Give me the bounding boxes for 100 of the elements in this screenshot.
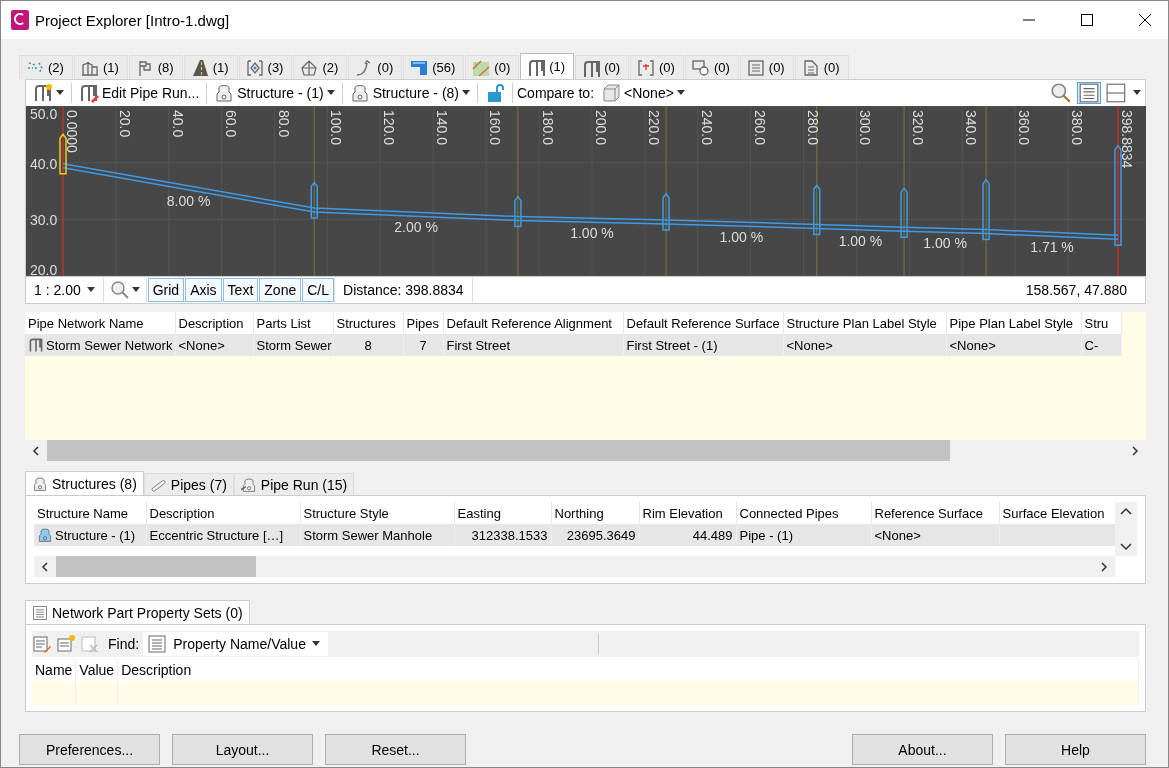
scroll-right-icon[interactable]: [1130, 445, 1140, 456]
table-cell: 7: [419, 337, 427, 353]
column-header[interactable]: Parts List: [253, 312, 333, 334]
dialog-button[interactable]: Preferences...: [19, 734, 160, 765]
column-header[interactable]: Default Reference Surface: [623, 312, 783, 334]
toggle-button[interactable]: Axis: [185, 278, 222, 302]
scroll-left-icon[interactable]: [31, 445, 41, 456]
dialog-button[interactable]: About...: [852, 734, 993, 765]
scale-dropdown[interactable]: 1 : 2.00: [26, 278, 104, 302]
column-header[interactable]: Default Reference Alignment: [443, 312, 623, 334]
list-icon: [746, 58, 765, 77]
app-logo-icon: [11, 10, 29, 30]
column-header[interactable]: Easting: [454, 502, 551, 524]
maximize-icon: [1081, 14, 1093, 26]
caret-icon: [311, 641, 320, 647]
column-header[interactable]: Reference Surface: [871, 502, 999, 524]
dialog-button[interactable]: Reset...: [325, 734, 466, 765]
pipe-pencil-icon: [79, 83, 99, 103]
station-label: 340.0: [963, 110, 980, 146]
column-header[interactable]: Connected Pipes: [736, 502, 871, 524]
structure-marker: [813, 184, 821, 236]
column-header[interactable]: Description: [175, 312, 253, 334]
toggle-button[interactable]: C/L: [302, 278, 334, 302]
column-header[interactable]: Structure Plan Label Style: [783, 312, 946, 334]
add-list-icon[interactable]: [56, 634, 76, 654]
object-tab[interactable]: (0): [575, 55, 630, 79]
column-header[interactable]: Description: [146, 502, 300, 524]
edit-list-icon[interactable]: [32, 634, 52, 654]
station-label: 260.0: [751, 110, 768, 146]
polygon-icon: [300, 58, 319, 77]
cube-icon: [601, 83, 622, 103]
column-header[interactable]: Stru: [1081, 312, 1121, 334]
table-row[interactable]: Structure - (1) Eccentric Structure […] Storm Sewer Manhole 312338.1533 23695.3649 44.489 Pipe - (1) <None>: [34, 524, 1115, 546]
structure-icon: [214, 83, 235, 103]
table-cell: <None>: [786, 337, 833, 353]
object-tab[interactable]: (2): [19, 55, 73, 79]
object-tab[interactable]: (0): [684, 55, 739, 79]
part-tab[interactable]: Pipe Run (15): [233, 473, 355, 495]
column-header[interactable]: Pipes: [403, 312, 443, 334]
edit-pipe-run-button[interactable]: Edit Pipe Run...: [76, 81, 203, 105]
search-button[interactable]: [1049, 82, 1073, 104]
column-header[interactable]: Northing: [551, 502, 639, 524]
column-header[interactable]: Pipe Plan Label Style: [946, 312, 1081, 334]
structure-marker: [514, 195, 522, 228]
scroll-right-icon[interactable]: [1099, 561, 1109, 572]
part-tab[interactable]: Structures (8): [25, 471, 144, 495]
toggle-button[interactable]: Text: [222, 278, 259, 302]
scroll-up-icon[interactable]: [1120, 506, 1132, 516]
station-label: 100.0: [328, 110, 345, 146]
scroll-down-icon[interactable]: [1120, 542, 1132, 552]
compare-dropdown[interactable]: <None>: [598, 81, 688, 105]
structure-dropdown[interactable]: Structure - (8): [346, 81, 473, 105]
object-tab[interactable]: (3): [238, 55, 293, 79]
window-title: Project Explorer [Intro-1.dwg]: [35, 11, 231, 29]
pipe-structure-icon: [240, 476, 257, 493]
single-view-button[interactable]: [1077, 82, 1101, 104]
station-label: 20.0: [116, 110, 133, 138]
station-label: 220.0: [645, 110, 662, 146]
scrollbar-thumb[interactable]: [47, 440, 950, 461]
scrollbar-thumb[interactable]: [56, 556, 256, 577]
column-header[interactable]: Structures: [333, 312, 403, 334]
pipe-network-icon: [527, 57, 546, 76]
column-header[interactable]: Surface Elevation: [999, 502, 1115, 524]
scroll-left-icon[interactable]: [40, 561, 50, 572]
object-tab[interactable]: (8): [128, 55, 183, 79]
object-tab[interactable]: (56): [403, 55, 465, 79]
object-tab[interactable]: (2): [293, 55, 348, 79]
dialog-button[interactable]: Layout...: [172, 734, 313, 765]
toggle-button[interactable]: Grid: [147, 278, 185, 302]
table-row[interactable]: Storm Sewer Network <None> Storm Sewer 8 7 First Street First Street - (1) <None> <None> C-: [25, 334, 1121, 356]
part-tab[interactable]: Pipes (7): [143, 473, 234, 495]
object-tab[interactable]: (1): [520, 53, 575, 79]
dialog-button[interactable]: Help: [1005, 734, 1146, 765]
station-label: 240.0: [698, 110, 715, 146]
object-tab[interactable]: (1): [183, 55, 238, 79]
caret-icon: [462, 90, 470, 96]
elevation-label: 20.0: [30, 262, 58, 276]
structure-dropdown[interactable]: Structure - (1): [211, 81, 338, 105]
station-label: 80.0: [275, 110, 292, 138]
column-header[interactable]: Rim Elevation: [639, 502, 736, 524]
column-header[interactable]: Structure Name: [34, 502, 146, 524]
object-tab[interactable]: (0): [794, 55, 849, 79]
property-sets-tab[interactable]: Network Part Property Sets (0): [25, 600, 250, 624]
caret-icon: [131, 287, 140, 293]
toggle-button[interactable]: Zone: [259, 278, 302, 302]
object-tab[interactable]: (0): [348, 55, 403, 79]
caret-icon: [1133, 90, 1141, 96]
object-tab[interactable]: (0): [465, 55, 520, 79]
document-icon: [801, 58, 820, 77]
elevation-label: 30.0: [30, 212, 58, 229]
table-cell: Storm Sewer: [256, 337, 332, 353]
column-header[interactable]: Pipe Network Name: [25, 312, 175, 334]
table-cell: First Street: [446, 337, 511, 353]
object-tab[interactable]: (0): [630, 55, 684, 79]
object-tab[interactable]: (0): [739, 55, 794, 79]
column-header[interactable]: Structure Style: [300, 502, 454, 524]
compare-label: Compare to:: [517, 85, 595, 101]
find-dropdown[interactable]: Property Name/Value: [143, 632, 328, 656]
structure-icon: [32, 475, 48, 492]
object-tab[interactable]: (1): [73, 55, 128, 79]
